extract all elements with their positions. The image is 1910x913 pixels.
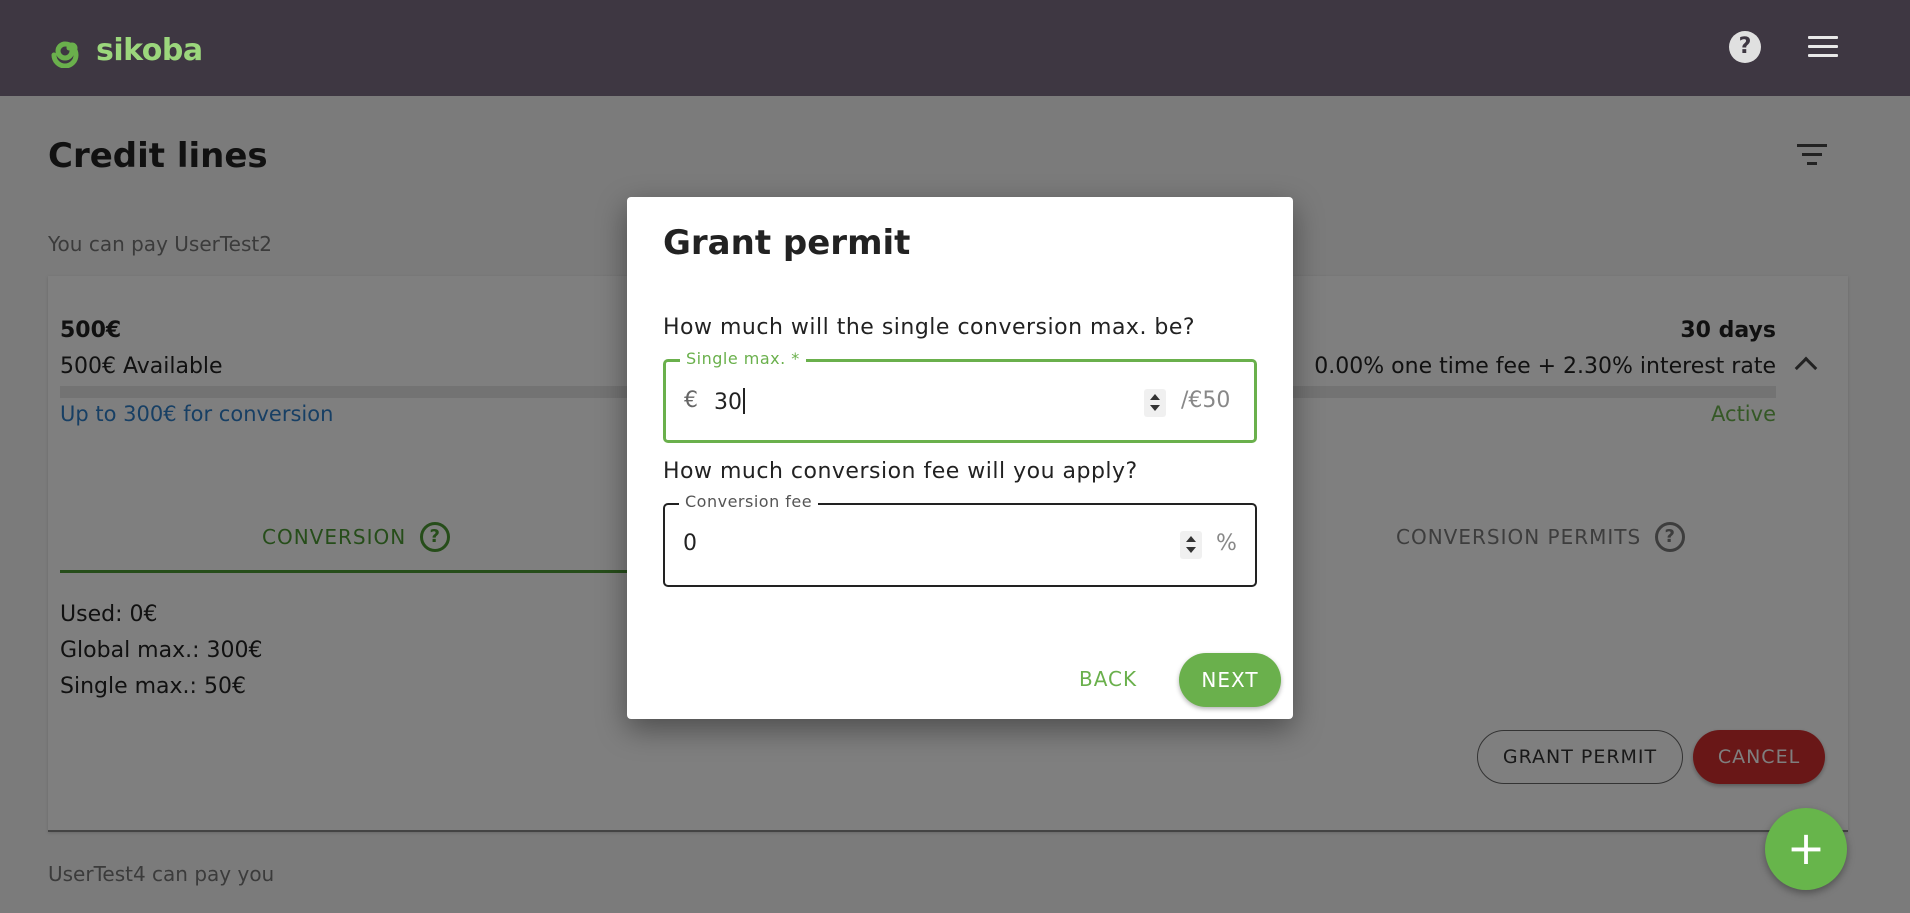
conversion-fee-legend: Conversion fee <box>679 492 819 511</box>
number-stepper[interactable] <box>1180 531 1202 559</box>
spiral-logo-icon <box>48 28 90 72</box>
single-max-legend: Single max. * <box>680 349 806 368</box>
fee-question: How much conversion fee will you apply? <box>663 459 1138 484</box>
back-button[interactable]: BACK <box>1079 667 1137 691</box>
brand[interactable]: sikoba <box>48 28 203 72</box>
hamburger-menu-icon[interactable] <box>1808 36 1838 58</box>
euro-prefix: € <box>684 388 698 413</box>
number-stepper[interactable] <box>1144 389 1166 417</box>
app-bar: sikoba ? <box>0 0 1910 96</box>
next-button[interactable]: NEXT <box>1179 653 1281 707</box>
help-icon[interactable]: ? <box>1729 31 1761 63</box>
single-max-question: How much will the single conversion max.… <box>663 315 1196 340</box>
conversion-fee-input[interactable]: 0 <box>683 531 697 556</box>
single-max-input[interactable]: 30 <box>714 388 745 415</box>
add-fab-button[interactable]: + <box>1765 808 1847 890</box>
single-max-field[interactable]: Single max. * € 30 /€50 <box>663 349 1257 443</box>
conversion-fee-field[interactable]: Conversion fee 0 % <box>663 492 1257 587</box>
grant-permit-dialog: Grant permit How much will the single co… <box>627 197 1293 719</box>
single-max-limit: /€50 <box>1181 388 1231 413</box>
percent-suffix: % <box>1216 531 1237 556</box>
brand-name: sikoba <box>96 32 203 68</box>
dialog-title: Grant permit <box>663 223 911 263</box>
